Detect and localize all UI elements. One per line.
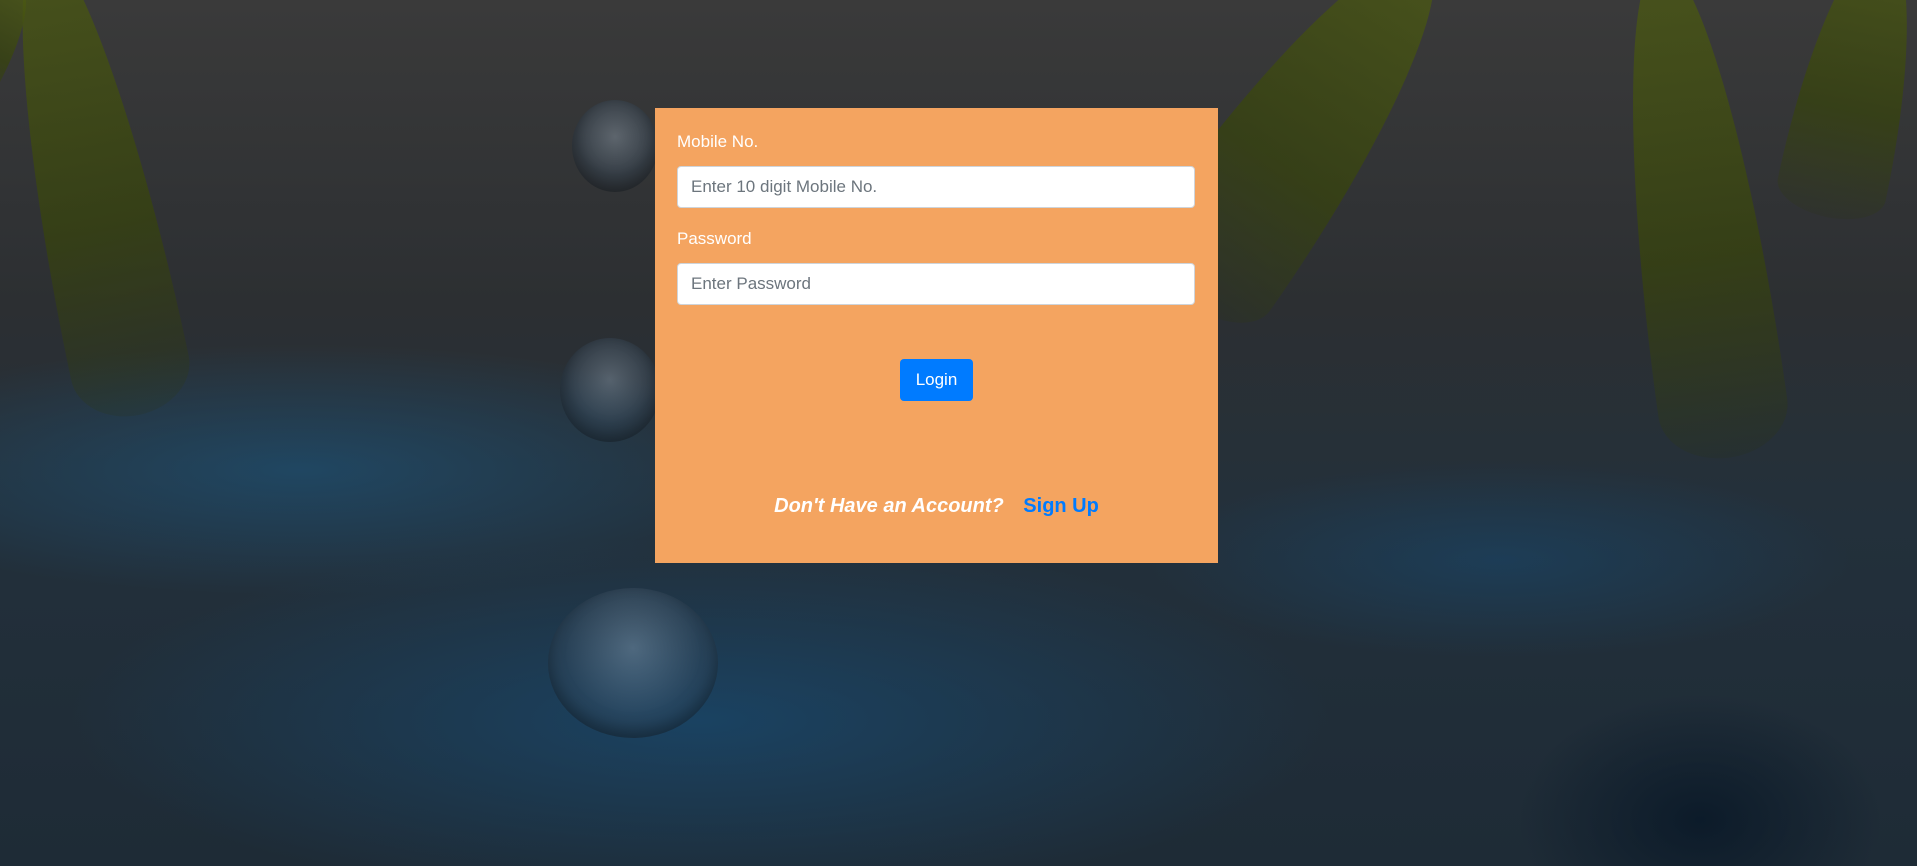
water-drop — [548, 588, 718, 738]
login-card: Mobile No. Password Login Don't Have an … — [655, 108, 1218, 563]
leaf-decoration — [1595, 0, 1795, 467]
login-button[interactable]: Login — [900, 359, 973, 401]
password-label: Password — [677, 229, 752, 248]
leaf-decoration — [1772, 0, 1917, 229]
password-input[interactable] — [677, 263, 1195, 305]
signup-row: Don't Have an Account? Sign Up — [655, 495, 1218, 518]
leaf-decoration — [0, 0, 199, 428]
signup-prompt: Don't Have an Account? — [774, 495, 1004, 517]
water-drop — [560, 338, 660, 442]
water-drop — [572, 100, 658, 192]
mobile-label: Mobile No. — [677, 132, 759, 151]
mobile-input[interactable] — [677, 166, 1195, 208]
signup-link[interactable]: Sign Up — [1023, 495, 1099, 517]
